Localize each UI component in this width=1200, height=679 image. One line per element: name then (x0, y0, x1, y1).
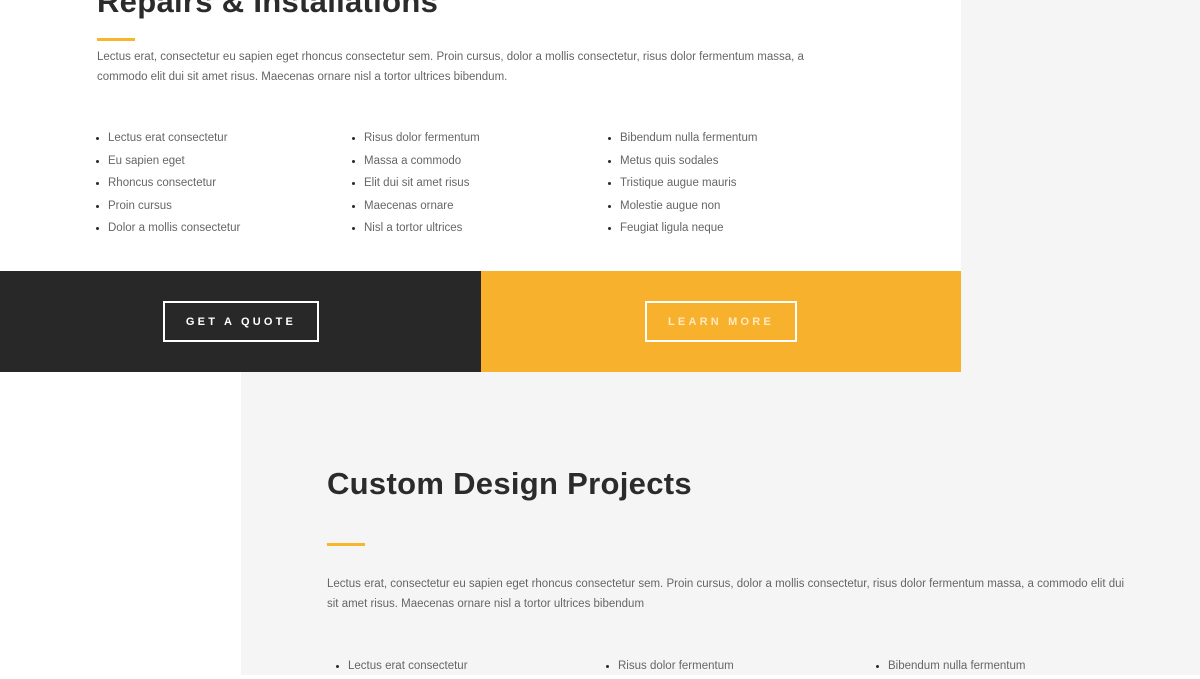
list-item: Maecenas ornare (364, 195, 480, 218)
list-item: Rhoncus consectetur (108, 172, 240, 195)
list-item: Risus dolor fermentum (618, 655, 734, 678)
title-accent-bar (327, 543, 365, 546)
list-item: Elit dui sit amet risus (364, 172, 480, 195)
feature-list-col-3: Bibendum nulla fermentum Metus quis soda… (609, 127, 757, 240)
background-panel-bottom (241, 372, 1200, 675)
background-panel-right (961, 0, 1200, 372)
feature-list-col-1: Lectus erat consectetur Eu sapien eget R… (97, 127, 240, 240)
repairs-section: Repairs & Installations Lectus erat, con… (0, 0, 961, 271)
list-item: Dolor a mollis consectetur (108, 217, 240, 240)
learn-more-button[interactable]: LEARN MORE (645, 301, 797, 342)
section-title-repairs: Repairs & Installations (97, 0, 439, 19)
list-item: Risus dolor fermentum (364, 127, 480, 150)
list-item: Tristique augue mauris (620, 172, 757, 195)
list-item: Bibendum nulla fermentum (888, 655, 1025, 678)
feature-list-col-3-custom: Bibendum nulla fermentum (877, 655, 1025, 678)
list-item: Metus quis sodales (620, 150, 757, 173)
list-item: Eu sapien eget (108, 150, 240, 173)
section-paragraph-custom: Lectus erat, consectetur eu sapien eget … (327, 578, 1125, 610)
cta-panel-quote: GET A QUOTE (0, 271, 481, 372)
get-a-quote-button[interactable]: GET A QUOTE (163, 301, 319, 342)
title-accent-bar (97, 38, 135, 41)
section-paragraph-repairs: Lectus erat, consectetur eu sapien eget … (97, 51, 804, 83)
list-item: Feugiat ligula neque (620, 217, 757, 240)
list-item: Bibendum nulla fermentum (620, 127, 757, 150)
feature-list-col-2-custom: Risus dolor fermentum (607, 655, 734, 678)
list-item: Lectus erat consectetur (348, 655, 468, 678)
feature-list-col-1-custom: Lectus erat consectetur (337, 655, 468, 678)
list-item: Molestie augue non (620, 195, 757, 218)
list-item: Massa a commodo (364, 150, 480, 173)
list-item: Lectus erat consectetur (108, 127, 240, 150)
cta-panel-learn-more: LEARN MORE (481, 271, 961, 372)
section-title-custom: Custom Design Projects (327, 466, 692, 501)
list-item: Proin cursus (108, 195, 240, 218)
list-item: Nisl a tortor ultrices (364, 217, 480, 240)
feature-list-col-2: Risus dolor fermentum Massa a commodo El… (353, 127, 480, 240)
